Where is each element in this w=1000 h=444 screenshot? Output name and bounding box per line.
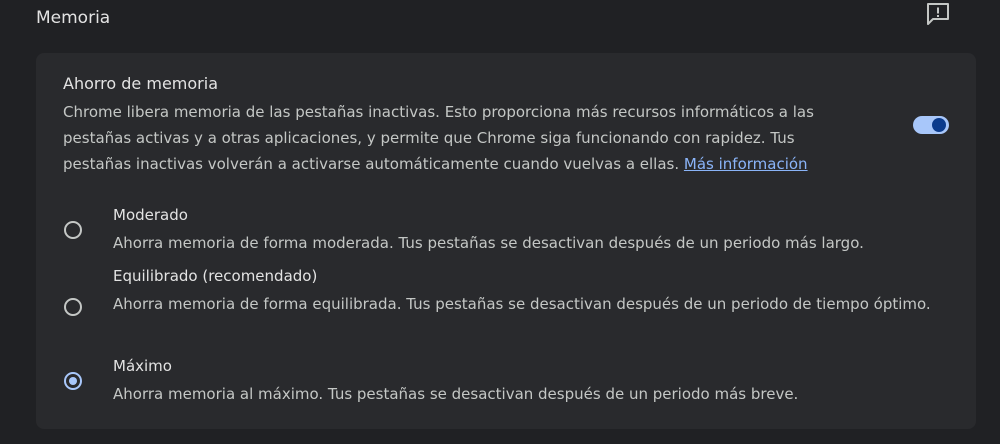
option-balanced-description: Ahorra memoria de forma equilibrada. Tus… bbox=[113, 295, 931, 313]
radio-maximum-dot bbox=[69, 377, 77, 385]
option-moderate[interactable]: Moderado Ahorra memoria de forma moderad… bbox=[36, 203, 976, 259]
section-title: Memoria bbox=[36, 8, 111, 28]
learn-more-link[interactable]: Más información bbox=[684, 155, 808, 173]
memory-saver-title: Ahorro de memoria bbox=[63, 74, 218, 93]
memory-saver-description: Chrome libera memoria de las pestañas in… bbox=[63, 99, 843, 177]
memory-saver-toggle[interactable] bbox=[913, 116, 949, 134]
radio-balanced[interactable] bbox=[64, 298, 82, 316]
option-maximum-text: Máximo Ahorra memoria al máximo. Tus pes… bbox=[113, 354, 933, 408]
option-balanced[interactable]: Equilibrado (recomendado) Ahorra memoria… bbox=[36, 264, 976, 348]
radio-maximum[interactable] bbox=[64, 372, 82, 390]
memory-saver-card: Ahorro de memoria Chrome libera memoria … bbox=[36, 53, 976, 429]
option-moderate-description: Ahorra memoria de forma moderada. Tus pe… bbox=[113, 234, 864, 252]
radio-moderate[interactable] bbox=[64, 221, 82, 239]
memory-saver-header: Ahorro de memoria Chrome libera memoria … bbox=[63, 73, 843, 177]
option-maximum[interactable]: Máximo Ahorra memoria al máximo. Tus pes… bbox=[36, 353, 976, 409]
toggle-knob bbox=[932, 118, 946, 132]
feedback-icon bbox=[927, 3, 949, 25]
option-balanced-text: Equilibrado (recomendado) Ahorra memoria… bbox=[113, 264, 933, 318]
feedback-button[interactable] bbox=[924, 0, 952, 28]
option-moderate-label: Moderado bbox=[113, 206, 188, 224]
option-moderate-text: Moderado Ahorra memoria de forma moderad… bbox=[113, 203, 933, 257]
option-balanced-label: Equilibrado (recomendado) bbox=[113, 267, 318, 285]
option-maximum-description: Ahorra memoria al máximo. Tus pestañas s… bbox=[113, 385, 799, 403]
option-maximum-label: Máximo bbox=[113, 357, 172, 375]
